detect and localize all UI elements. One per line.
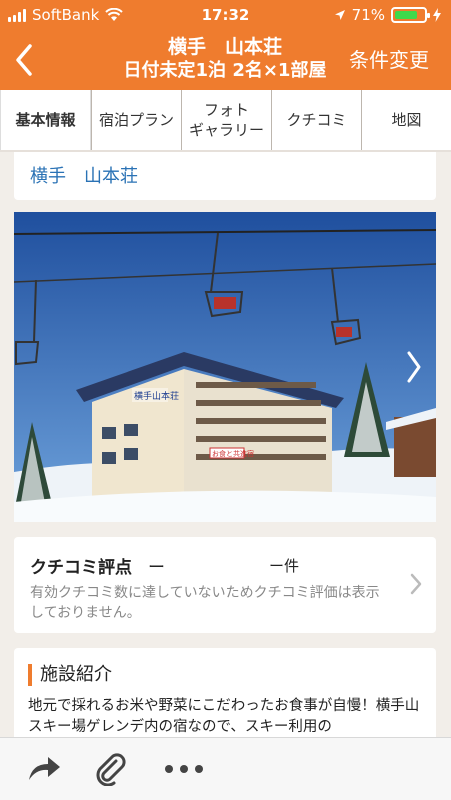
status-bar: SoftBank 17:32 71% [0,0,451,30]
photo-carousel[interactable]: 横手山本荘 お食と共進宿 [14,212,436,522]
stay-conditions: 日付未定1泊 2名×1部屋 [123,60,327,81]
review-summary-card[interactable]: クチコミ評点 ー ー件 有効クチコミ数に達していないためクチコミ評価は表示してお… [14,537,436,633]
header-bar: SoftBank 17:32 71% 横手 山本荘 日付未定1泊 2名×1部屋 … [0,0,451,90]
paperclip-icon[interactable] [94,752,128,786]
tab-reviews[interactable]: クチコミ [271,90,361,150]
tab-map[interactable]: 地図 [361,90,451,150]
hotel-photo: 横手山本荘 お食と共進宿 [14,212,436,522]
tab-photo-gallery[interactable]: フォト ギャラリー [181,90,271,150]
tab-basic-info[interactable]: 基本情報 [0,90,91,150]
review-score-value: ー [148,558,165,578]
back-chevron-icon[interactable] [10,40,40,80]
share-icon[interactable] [26,752,62,784]
chevron-right-icon [410,573,422,595]
svg-text:お食と共進宿: お食と共進宿 [212,449,254,458]
svg-text:横手山本荘: 横手山本荘 [134,390,179,402]
status-right: 71% [334,6,441,24]
carousel-next-chevron-icon[interactable] [406,350,422,384]
more-icon[interactable] [164,764,204,774]
charging-icon [433,8,441,22]
page-title: 横手 山本荘 日付未定1泊 2名×1部屋 [120,36,330,83]
facility-description: 地元で採れるお米や野菜にこだわったお食事が自慢！横手山スキー場ゲレンデ内の宿なの… [28,698,420,735]
review-count: ー件 [269,557,300,575]
tab-plans[interactable]: 宿泊プラン [91,90,181,150]
bottom-toolbar [0,737,451,800]
hotel-name-card: 横手 山本荘 [14,152,436,200]
tab-bar: 基本情報 宿泊プラン フォト ギャラリー クチコミ 地図 [0,90,451,152]
change-conditions-button[interactable]: 条件変更 [349,44,429,73]
main-content[interactable]: 横手 山本荘 横手山本荘 お食と共進宿 クチコミ評点 ー ー件 有効クチコミ数に… [0,152,451,737]
hotel-title: 横手 山本荘 [167,36,282,58]
facility-title: 施設紹介 [28,664,112,686]
hotel-name: 横手 山本荘 [30,166,138,187]
battery-percent: 71% [351,6,385,24]
review-note: 有効クチコミ数に達していないためクチコミ評価は表示しておりません。 [30,585,380,621]
review-score-label: クチコミ評点 [30,558,132,578]
battery-icon [391,7,430,23]
location-arrow-icon [334,10,345,20]
facility-intro-card: 施設紹介 地元で採れるお米や野菜にこだわったお食事が自慢！横手山スキー場ゲレンデ… [14,648,436,737]
